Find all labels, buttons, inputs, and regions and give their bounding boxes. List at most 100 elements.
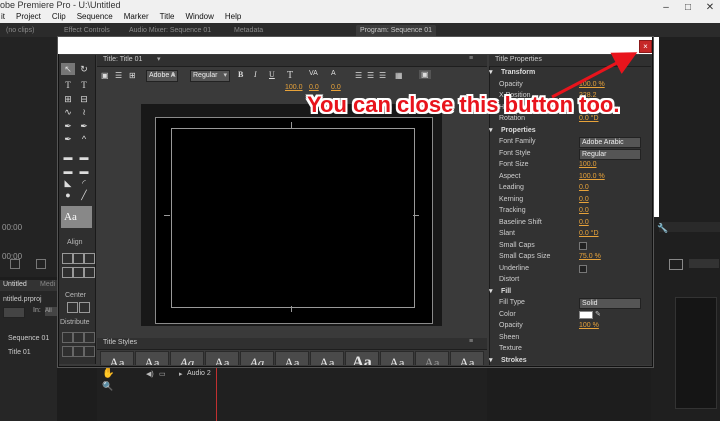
property-value[interactable]: Adobe Arabic [579, 137, 641, 148]
expand-icon[interactable]: ▾ [489, 288, 493, 295]
style-swatch[interactable]: Aa [415, 351, 449, 365]
property-value[interactable]: 100.0 [579, 159, 597, 170]
distribute-left-icon[interactable] [62, 332, 73, 343]
style-swatch[interactable]: Aa [450, 351, 484, 365]
property-value[interactable]: 100.0 % [579, 171, 605, 182]
show-video-icon[interactable]: ▣ [419, 70, 431, 79]
ellipse-tool-icon[interactable]: ● [61, 189, 75, 201]
tab-title[interactable]: Title: Title 01 [103, 56, 142, 63]
tab-media[interactable]: Medi [40, 281, 55, 288]
area-type-tool-icon[interactable]: ⊞ [61, 93, 75, 105]
property-value[interactable]: 0.0 [579, 194, 589, 205]
property-row[interactable]: ▾ Properties [489, 125, 649, 136]
font-size-value[interactable]: 100.0 [285, 84, 303, 91]
vertical-type-tool-icon[interactable]: T [77, 79, 91, 91]
rounded-rect-tool-icon[interactable]: ▬ [77, 151, 91, 163]
menu-item[interactable]: Marker [123, 12, 150, 23]
play-icon[interactable] [36, 259, 46, 269]
style-swatch[interactable]: Aa [170, 351, 204, 365]
tab-project[interactable]: Untitled [3, 281, 27, 288]
pen-tool-icon[interactable]: ✒ [61, 120, 75, 132]
speaker-icon[interactable]: ◀) [146, 370, 154, 378]
wedge-tool-icon[interactable]: ◣ [61, 177, 75, 189]
property-checkbox[interactable] [579, 264, 587, 273]
new-title-icon[interactable]: ▣ [101, 71, 109, 80]
menu-item[interactable]: Title [159, 12, 176, 23]
delete-anchor-icon[interactable]: ✒ [77, 120, 91, 132]
selection-tool-icon[interactable]: ↖ [61, 63, 75, 75]
align-bottom-icon[interactable] [84, 267, 95, 278]
path-type-tool-icon[interactable]: ∿ [61, 106, 75, 118]
clipped-rect-tool-icon[interactable]: ▬ [61, 165, 75, 177]
style-swatch[interactable]: Aa [205, 351, 239, 365]
distribute-middle-icon[interactable] [73, 346, 84, 357]
track-lock-icon[interactable]: ▭ [159, 370, 166, 378]
hand-icon[interactable]: ✋ [102, 368, 114, 379]
tab-program[interactable]: Program: Sequence 01 [356, 25, 436, 37]
close-window-icon[interactable]: ✕ [704, 3, 716, 13]
style-swatch[interactable]: Aa [240, 351, 274, 365]
style-swatch[interactable]: Aa [380, 351, 414, 365]
property-value[interactable]: 75.0 % [579, 251, 601, 262]
property-value[interactable]: Regular [579, 148, 641, 160]
line-tool-icon[interactable]: ╱ [77, 189, 91, 201]
arc-tool-icon[interactable]: ◜ [77, 177, 91, 189]
expand-icon[interactable]: ▾ [489, 69, 493, 76]
eyedropper-icon[interactable]: ✎ [595, 309, 601, 320]
property-checkbox[interactable] [579, 241, 587, 250]
tab-effect-controls[interactable]: Effect Controls [60, 25, 114, 37]
menu-item[interactable]: Project [15, 12, 42, 23]
project-item[interactable]: Title 01 [8, 349, 31, 356]
rounded-corner-rect-icon[interactable]: ▬ [77, 165, 91, 177]
menu-item[interactable]: Window [184, 12, 214, 23]
align-top-icon[interactable] [62, 267, 73, 278]
roll-crawl-icon[interactable]: ☰ [115, 71, 122, 80]
vertical-area-type-icon[interactable]: ⊟ [77, 93, 91, 105]
menu-item[interactable]: Sequence [76, 12, 114, 23]
project-item[interactable]: Sequence 01 [8, 335, 49, 342]
tab-metadata[interactable]: Metadata [230, 25, 267, 37]
templates-icon[interactable]: ⊞ [129, 71, 136, 80]
convert-anchor-icon[interactable]: ^ [77, 133, 91, 145]
expand-track-icon[interactable]: ▸ [179, 370, 183, 378]
playhead[interactable] [216, 365, 217, 421]
property-value[interactable]: 0.0 [579, 205, 589, 216]
export-frame-icon[interactable] [669, 259, 683, 270]
center-vertical-icon[interactable] [79, 302, 90, 313]
property-row[interactable]: ▾ Strokes [489, 355, 649, 366]
style-swatch[interactable]: Aa [100, 351, 134, 365]
distribute-right-icon[interactable] [84, 332, 95, 343]
property-value[interactable]: 0.0 [579, 217, 589, 228]
align-left-text-icon[interactable]: ☰ [355, 71, 362, 80]
add-anchor-icon[interactable]: ✒ [61, 133, 75, 145]
align-middle-icon[interactable] [73, 267, 84, 278]
minimize-icon[interactable]: – [660, 3, 672, 13]
kerning-value[interactable]: 0.0 [309, 84, 319, 91]
search-input[interactable] [3, 307, 25, 318]
align-right-icon[interactable] [84, 253, 95, 264]
expand-icon[interactable]: ▾ [489, 357, 493, 364]
vertical-path-type-icon[interactable]: ≀ [77, 106, 91, 118]
menu-item[interactable]: Clip [51, 12, 67, 23]
style-swatch[interactable]: Aa [135, 351, 169, 365]
distribute-center-icon[interactable] [73, 332, 84, 343]
property-value[interactable]: Solid [579, 298, 641, 309]
underline-button[interactable]: U [269, 70, 275, 79]
menu-item[interactable]: Help [224, 12, 242, 23]
style-swatch[interactable]: Aa [345, 351, 379, 365]
property-value[interactable]: 0.0 [579, 182, 589, 193]
expand-icon[interactable]: ▾ [489, 127, 493, 134]
distribute-bottom-icon[interactable] [84, 346, 95, 357]
property-value[interactable]: 100 % [579, 320, 599, 331]
panel-menu-icon[interactable]: ≡ [469, 55, 473, 62]
distribute-top-icon[interactable] [62, 346, 73, 357]
in-select[interactable]: All [45, 307, 57, 316]
step-icon[interactable] [10, 259, 20, 269]
color-swatch[interactable] [579, 310, 593, 319]
rotation-tool-icon[interactable]: ↻ [77, 63, 91, 75]
maximize-icon[interactable]: □ [682, 3, 694, 13]
rectangle-tool-icon[interactable]: ▬ [61, 151, 75, 163]
tab-source[interactable]: (no clips) [2, 25, 38, 37]
menu-item[interactable]: it [0, 12, 6, 23]
center-horizontal-icon[interactable] [67, 302, 78, 313]
